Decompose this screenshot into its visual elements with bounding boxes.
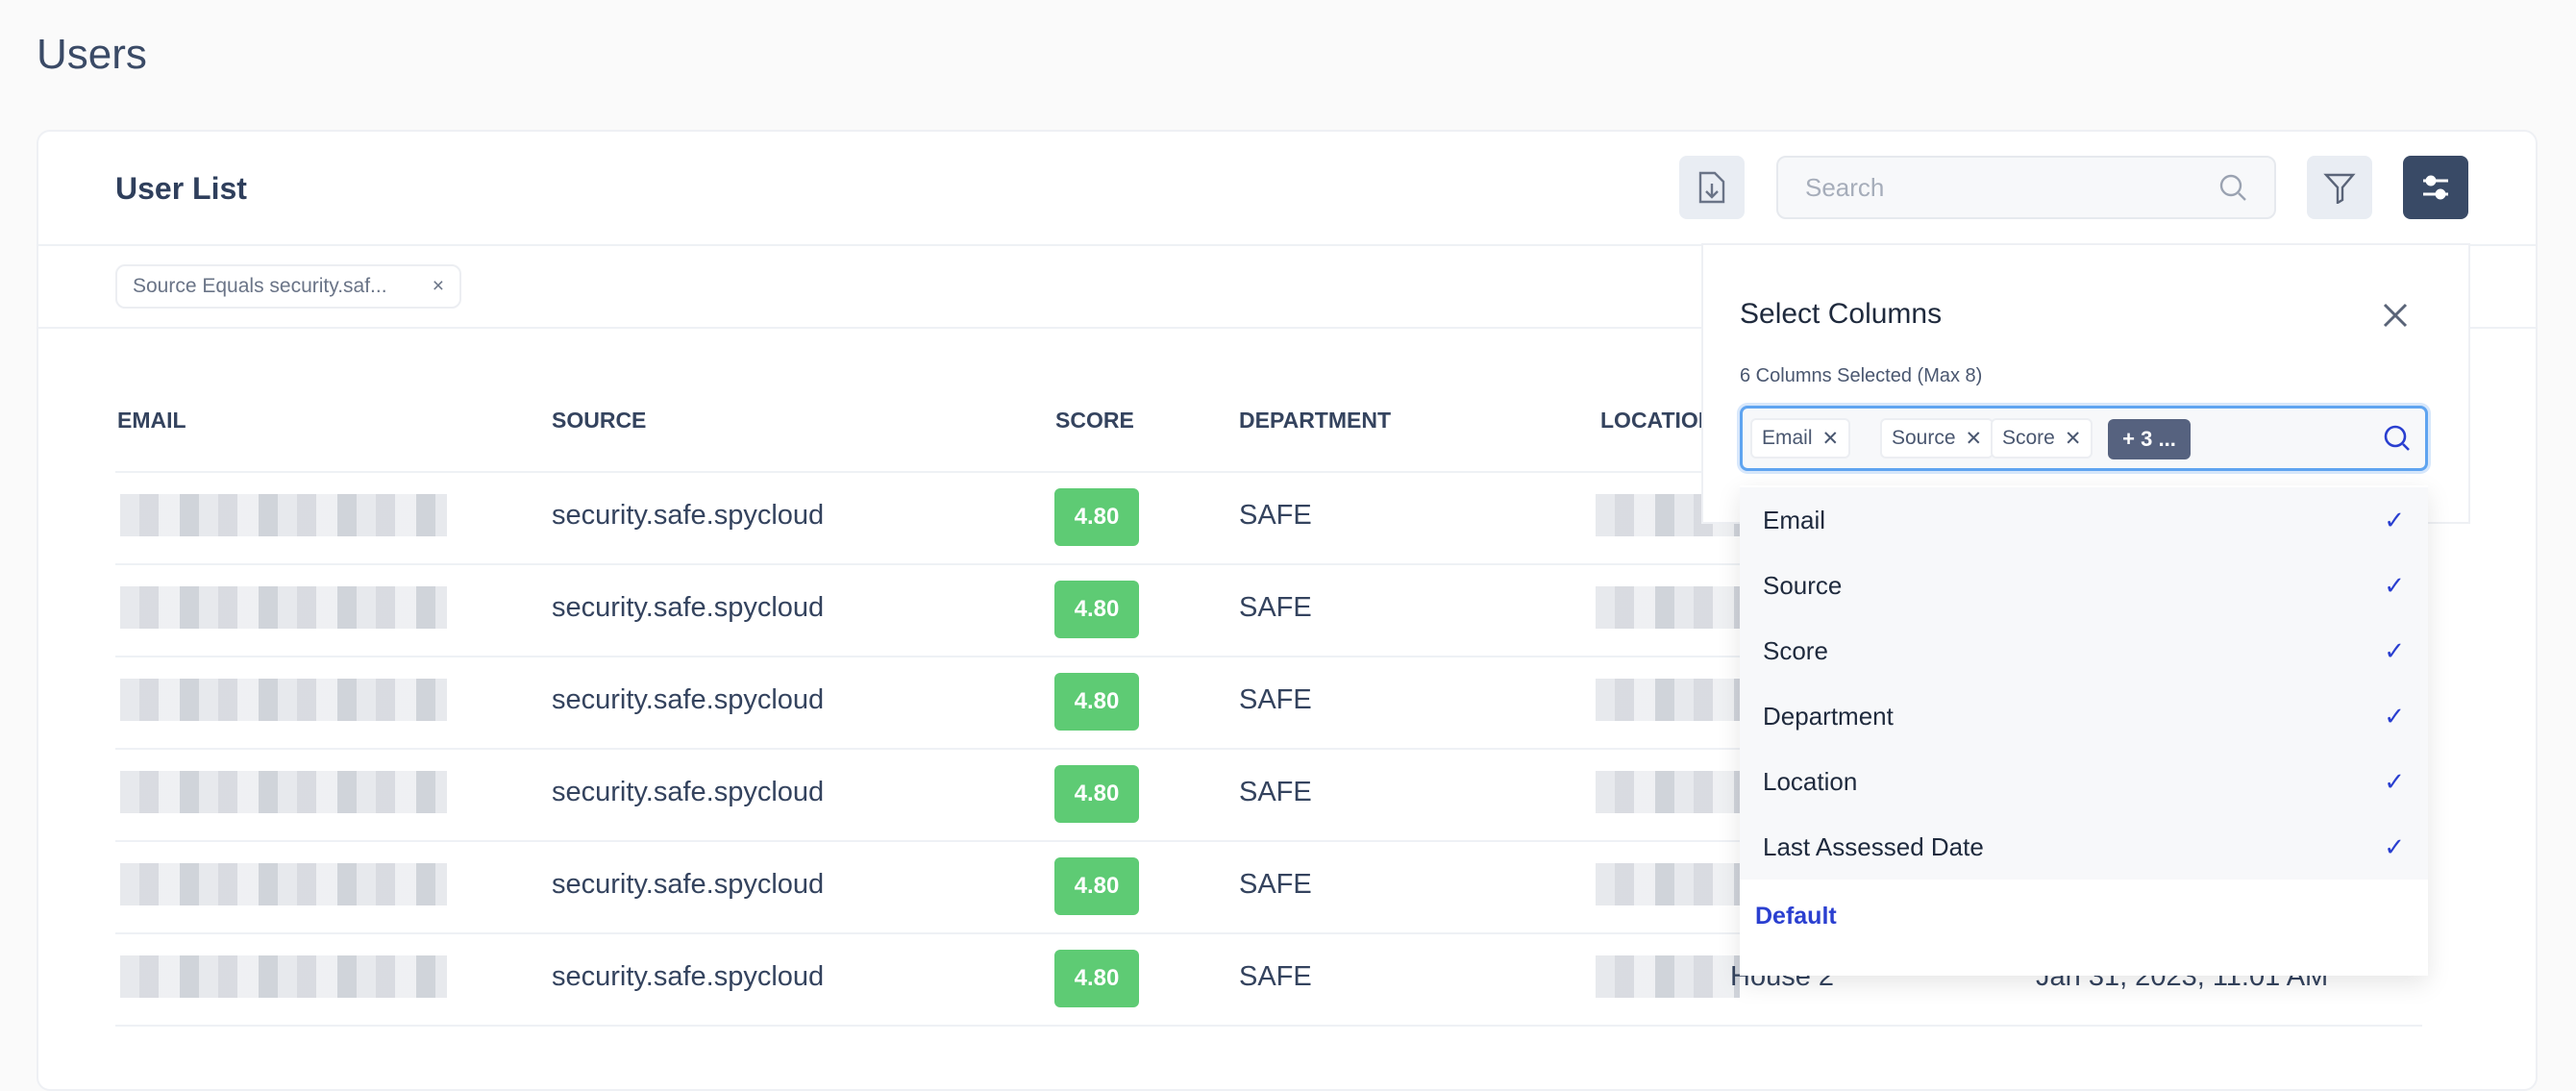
redacted-email <box>120 955 447 998</box>
score-badge: 4.80 <box>1054 488 1139 546</box>
redacted-email <box>120 586 447 629</box>
redacted-email <box>120 494 447 536</box>
check-icon: ✓ <box>2384 635 2405 665</box>
columns-select-input[interactable]: Email ✕ Source ✕ Score ✕ + 3 ... <box>1740 406 2428 471</box>
search-icon <box>2384 425 2410 451</box>
column-header-department[interactable]: DEPARTMENT <box>1239 408 1391 434</box>
redacted-email <box>120 863 447 905</box>
tag-label: Score <box>2002 427 2055 449</box>
row-divider <box>115 1025 2422 1027</box>
columns-settings-button[interactable] <box>2403 156 2468 219</box>
download-file-icon <box>1698 171 1725 204</box>
search-input[interactable]: Search <box>1776 156 2276 219</box>
filter-button[interactable] <box>2307 156 2372 219</box>
column-option-label: Location <box>1763 766 1858 796</box>
column-option-label: Department <box>1763 701 1894 731</box>
column-option[interactable]: Email ✓ <box>1740 487 2428 553</box>
redacted-location <box>1596 955 1740 998</box>
department-cell: SAFE <box>1239 592 1312 623</box>
close-icon[interactable]: × <box>433 275 444 298</box>
department-cell: SAFE <box>1239 500 1312 531</box>
department-cell: SAFE <box>1239 869 1312 900</box>
column-header-location[interactable]: LOCATION <box>1600 408 1714 434</box>
column-option-label: Last Assessed Date <box>1763 831 1984 861</box>
score-badge: 4.80 <box>1054 581 1139 638</box>
redacted-location <box>1596 771 1740 813</box>
tag-label: Email <box>1762 427 1813 449</box>
source-cell: security.safe.spycloud <box>552 869 825 900</box>
source-cell: security.safe.spycloud <box>552 961 825 992</box>
department-cell: SAFE <box>1239 961 1312 992</box>
check-icon: ✓ <box>2384 701 2405 731</box>
filter-icon <box>2323 173 2356 204</box>
column-option[interactable]: Score ✓ <box>1740 618 2428 683</box>
column-option[interactable]: Source ✓ <box>1740 553 2428 618</box>
column-option[interactable]: Location ✓ <box>1740 749 2428 814</box>
card-title: User List <box>115 171 247 206</box>
search-placeholder: Search <box>1805 172 1885 202</box>
close-icon[interactable] <box>2382 302 2409 329</box>
score-badge: 4.80 <box>1054 950 1139 1007</box>
active-filter-chip[interactable]: Source Equals security.saf... × <box>115 264 461 309</box>
tag-score[interactable]: Score ✕ <box>1991 418 2093 459</box>
column-header-score[interactable]: SCORE <box>1055 408 1134 434</box>
more-tags-badge[interactable]: + 3 ... <box>2108 419 2191 459</box>
column-option[interactable]: Last Assessed Date ✓ <box>1740 814 2428 880</box>
redacted-location <box>1596 863 1740 905</box>
columns-selected-count: 6 Columns Selected (Max 8) <box>1740 365 1983 386</box>
check-icon: ✓ <box>2384 570 2405 600</box>
source-cell: security.safe.spycloud <box>552 500 825 531</box>
search-icon <box>2219 174 2246 201</box>
redacted-email <box>120 679 447 721</box>
check-icon: ✓ <box>2384 505 2405 534</box>
department-cell: SAFE <box>1239 684 1312 715</box>
column-header-email[interactable]: EMAIL <box>117 408 186 434</box>
tag-source[interactable]: Source ✕ <box>1880 418 1994 459</box>
source-cell: security.safe.spycloud <box>552 777 825 807</box>
check-icon: ✓ <box>2384 766 2405 796</box>
tag-label: Source <box>1892 427 1956 449</box>
filter-chip-label: Source Equals security.saf... <box>133 275 387 297</box>
redacted-email <box>120 771 447 813</box>
columns-options-list: Email ✓ Source ✓ Score ✓ Department ✓ Location ✓ L… <box>1740 485 2428 976</box>
source-cell: security.safe.spycloud <box>552 684 825 715</box>
redacted-location <box>1596 679 1740 721</box>
tag-email[interactable]: Email ✕ <box>1750 418 1851 459</box>
department-cell: SAFE <box>1239 777 1312 807</box>
panel-title: Select Columns <box>1740 298 1943 330</box>
remove-icon[interactable]: ✕ <box>1966 427 1983 451</box>
check-icon: ✓ <box>2384 831 2405 861</box>
score-badge: 4.80 <box>1054 673 1139 731</box>
column-option-label: Email <box>1763 505 1826 534</box>
column-header-source[interactable]: SOURCE <box>552 408 646 434</box>
score-badge: 4.80 <box>1054 765 1139 823</box>
redacted-location <box>1596 586 1740 629</box>
page-title: Users <box>37 31 147 78</box>
column-option-label: Score <box>1763 635 1828 665</box>
remove-icon[interactable]: ✕ <box>1822 427 1840 451</box>
column-option[interactable]: Department ✓ <box>1740 683 2428 749</box>
default-link[interactable]: Default <box>1755 903 1837 930</box>
remove-icon[interactable]: ✕ <box>2065 427 2082 451</box>
export-button[interactable] <box>1679 156 1745 219</box>
sliders-icon <box>2423 175 2448 200</box>
score-badge: 4.80 <box>1054 857 1139 915</box>
column-option-label: Source <box>1763 570 1843 600</box>
source-cell: security.safe.spycloud <box>552 592 825 623</box>
